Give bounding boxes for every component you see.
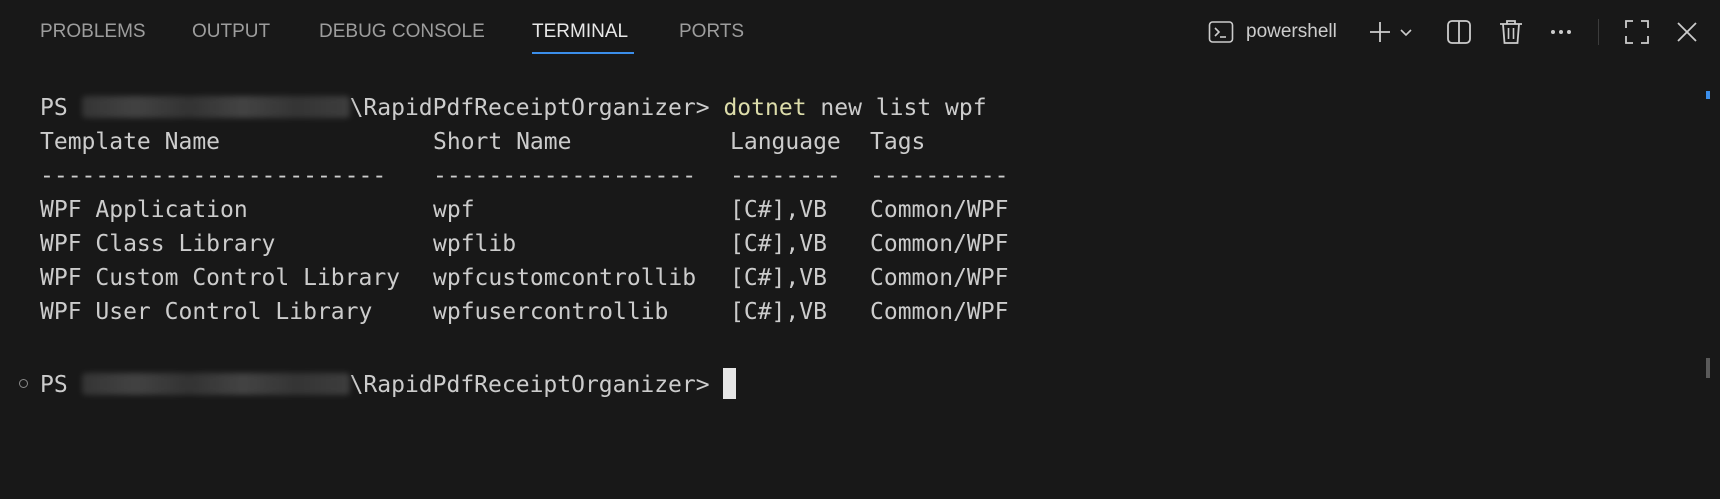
- header-language: Language: [730, 129, 841, 155]
- more-icon[interactable]: [1546, 14, 1576, 50]
- prompt-line: PS \RapidPdfReceiptOrganizer> dotnet new…: [40, 91, 987, 125]
- row-template-name: WPF User Control Library: [40, 299, 373, 325]
- prompt-prefix: PS: [40, 95, 68, 121]
- header-tags: Tags: [870, 129, 926, 155]
- prompt-prefix: PS: [40, 372, 68, 398]
- scroll-marker: [1706, 91, 1710, 99]
- tab-debug-console[interactable]: DEBUG CONSOLE: [319, 21, 485, 43]
- row-short-name: wpflib: [433, 231, 517, 257]
- redacted-path: [81, 373, 350, 395]
- row-language: [C#],VB: [730, 265, 827, 291]
- terminal-cursor: [723, 368, 737, 399]
- prompt-path: \RapidPdfReceiptOrganizer>: [349, 95, 710, 121]
- panel-tab-bar: PROBLEMS OUTPUT DEBUG CONSOLE TERMINAL P…: [0, 0, 1720, 66]
- tab-problems[interactable]: PROBLEMS: [40, 21, 146, 43]
- row-tags: Common/WPF: [870, 231, 1009, 257]
- header-template-name: Template Name: [40, 129, 221, 155]
- prompt-path: \RapidPdfReceiptOrganizer>: [349, 372, 710, 398]
- row-short-name: wpfusercontrollib: [433, 299, 669, 325]
- terminal-name-label[interactable]: powershell: [1246, 21, 1337, 43]
- scroll-thumb[interactable]: [1706, 358, 1710, 378]
- redacted-path: [81, 96, 350, 118]
- row-short-name: wpf: [433, 197, 475, 223]
- tab-output[interactable]: OUTPUT: [192, 21, 270, 43]
- active-tab-indicator: [532, 52, 634, 54]
- split-icon[interactable]: [1444, 14, 1474, 50]
- table-row: WPF Custom Control Library wpfcustomcont…: [40, 261, 1040, 295]
- terminal-output[interactable]: PS \RapidPdfReceiptOrganizer> dotnet new…: [0, 66, 1700, 409]
- table-row: WPF User Control Library wpfusercontroll…: [40, 295, 1040, 329]
- command-name: dotnet: [723, 95, 807, 121]
- terminal-shell-icon[interactable]: [1206, 14, 1236, 50]
- row-template-name: WPF Custom Control Library: [40, 265, 401, 291]
- toolbar-divider: [1598, 19, 1599, 45]
- row-tags: Common/WPF: [870, 299, 1009, 325]
- separator-1: -------------------------: [40, 163, 387, 189]
- table-header: Template Name Short Name Language Tags: [40, 125, 1040, 159]
- row-template-name: WPF Class Library: [40, 231, 276, 257]
- row-template-name: WPF Application: [40, 197, 248, 223]
- separator-4: ----------: [870, 163, 1009, 189]
- tab-terminal[interactable]: TERMINAL: [532, 21, 628, 43]
- table-separator: ------------------------- --------------…: [40, 159, 1040, 193]
- tab-ports[interactable]: PORTS: [679, 21, 744, 43]
- row-language: [C#],VB: [730, 197, 827, 223]
- table-row: WPF Class Library wpflib [C#],VB Common/…: [40, 227, 1040, 261]
- row-language: [C#],VB: [730, 299, 827, 325]
- separator-2: -------------------: [433, 163, 697, 189]
- command-decoration-icon[interactable]: [19, 379, 28, 388]
- separator-3: --------: [730, 163, 841, 189]
- terminal-panel: PROBLEMS OUTPUT DEBUG CONSOLE TERMINAL P…: [0, 0, 1720, 409]
- row-tags: Common/WPF: [870, 197, 1009, 223]
- row-language: [C#],VB: [730, 231, 827, 257]
- terminal-scrollbar[interactable]: [1702, 88, 1710, 409]
- current-prompt-line: PS \RapidPdfReceiptOrganizer>: [40, 368, 737, 402]
- row-short-name: wpfcustomcontrollib: [433, 265, 697, 291]
- plus-icon[interactable]: [1366, 14, 1394, 50]
- chevron-down-icon[interactable]: [1396, 14, 1416, 50]
- row-tags: Common/WPF: [870, 265, 1009, 291]
- header-short-name: Short Name: [433, 129, 572, 155]
- command-args: new list wpf: [820, 95, 987, 121]
- close-icon[interactable]: [1672, 14, 1702, 50]
- trash-icon[interactable]: [1496, 14, 1526, 50]
- maximize-icon[interactable]: [1622, 14, 1652, 50]
- table-row: WPF Application wpf [C#],VB Common/WPF: [40, 193, 1040, 227]
